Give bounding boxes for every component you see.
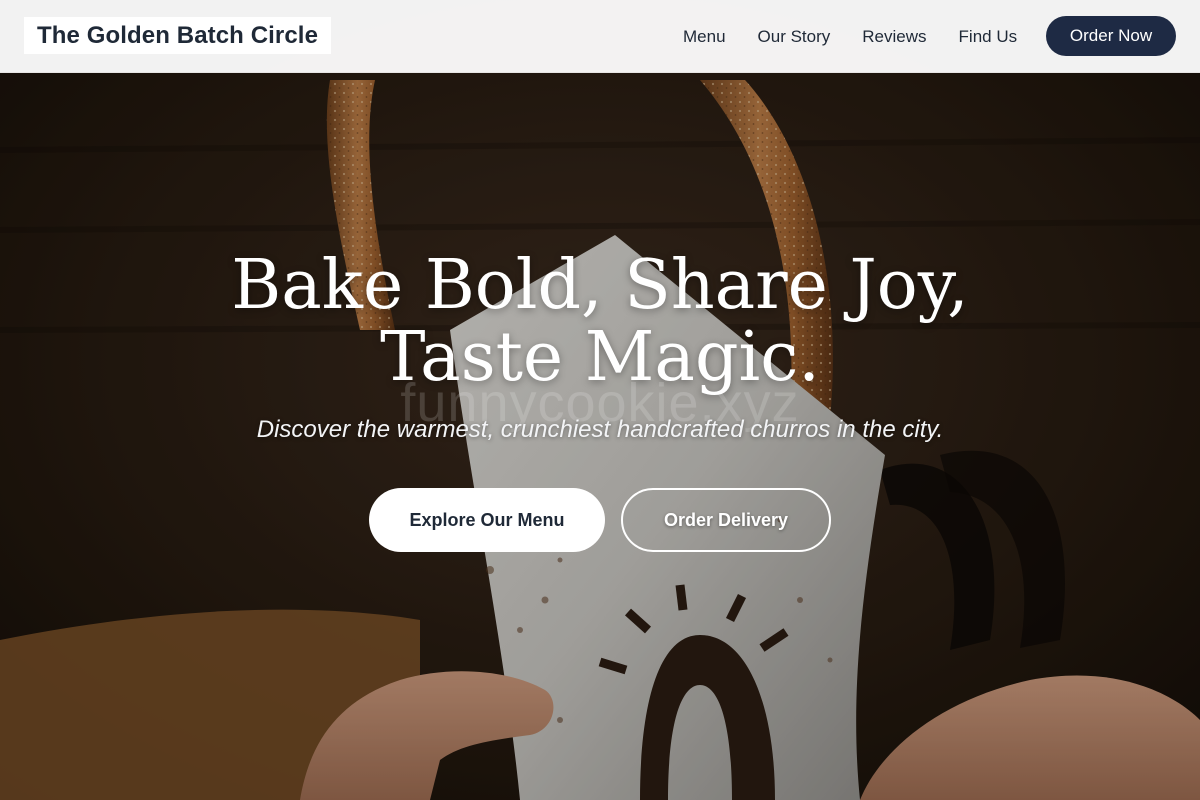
brand-logo[interactable]: The Golden Batch Circle	[24, 17, 332, 54]
hero-headline-line-1: Bake Bold, Share Joy,	[231, 246, 969, 325]
nav-link-find-us[interactable]: Find Us	[959, 27, 1018, 47]
nav-link-reviews[interactable]: Reviews	[862, 27, 926, 47]
order-now-button[interactable]: Order Now	[1046, 16, 1176, 56]
explore-menu-button[interactable]: Explore Our Menu	[369, 488, 605, 552]
site-header: The Golden Batch Circle Menu Our Story R…	[0, 0, 1200, 73]
nav-link-our-story[interactable]: Our Story	[758, 27, 831, 47]
hero-tagline: Discover the warmest, crunchiest handcra…	[256, 416, 944, 443]
nav-link-menu[interactable]: Menu	[683, 27, 726, 47]
order-delivery-button[interactable]: Order Delivery	[621, 488, 831, 552]
main-nav: Menu Our Story Reviews Find Us	[683, 0, 1017, 73]
